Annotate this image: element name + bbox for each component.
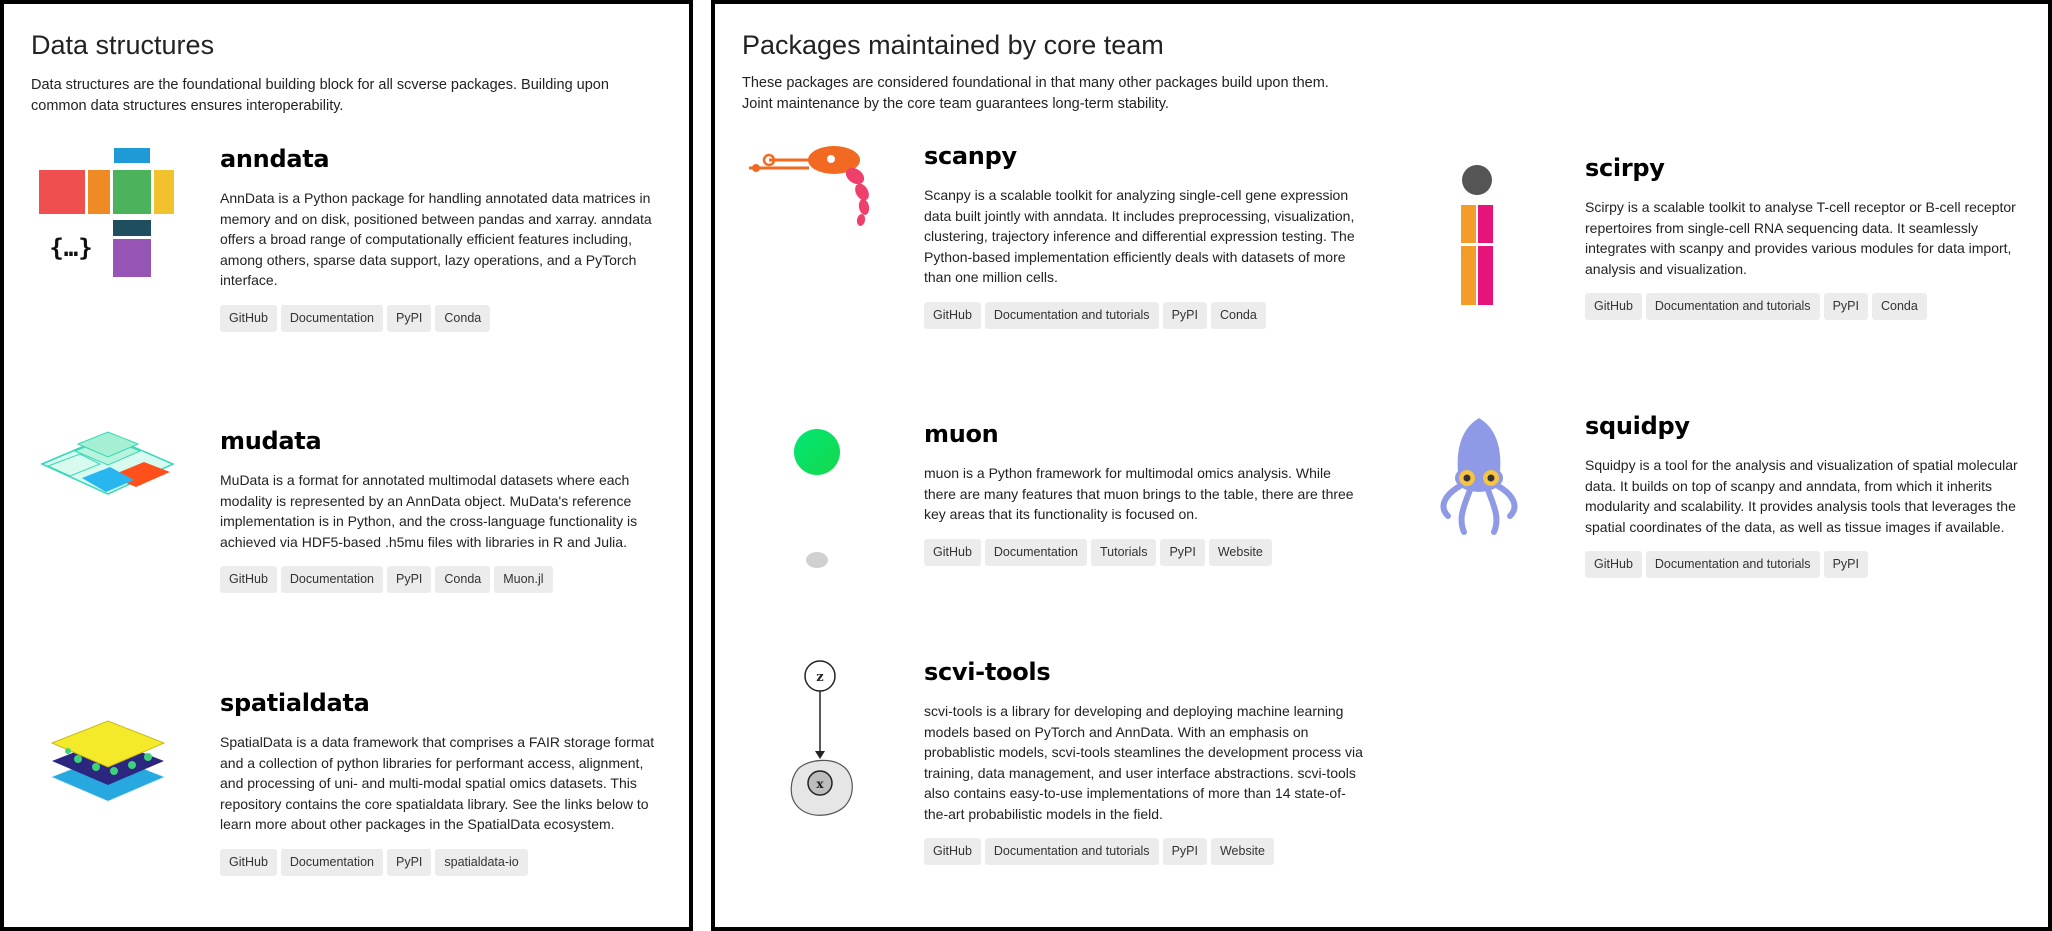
- anndata-logo: {…}: [37, 144, 177, 284]
- pypi-link[interactable]: PyPI: [1162, 838, 1207, 865]
- package-card-anndata: anndata AnnData is a Python package for …: [220, 145, 670, 332]
- conda-link[interactable]: Conda: [435, 304, 491, 332]
- section-title: Packages maintained by core team: [742, 30, 1164, 60]
- scvi-observed-label: x: [816, 777, 824, 791]
- scvi-latent-label: z: [816, 670, 823, 685]
- muon-logo: [791, 424, 843, 574]
- scirpy-logo: [1455, 163, 1499, 309]
- github-link[interactable]: GitHub: [220, 566, 277, 593]
- section-intro: Data structures are the foundational bui…: [31, 77, 609, 114]
- package-description: muon is a Python framework for multimoda…: [924, 465, 1354, 522]
- pypi-link[interactable]: PyPI: [386, 848, 432, 876]
- package-name: scirpy: [1585, 154, 1665, 182]
- documentation-link[interactable]: Documentation and tutorials: [1645, 551, 1820, 578]
- package-card-scanpy: scanpy Scanpy is a scalable toolkit for …: [924, 142, 1364, 329]
- documentation-link[interactable]: Documentation and tutorials: [1645, 293, 1820, 320]
- package-links: GitHub Documentation and tutorials PyPI …: [924, 301, 1364, 329]
- github-link[interactable]: GitHub: [1585, 551, 1642, 578]
- core-team-packages-panel: Packages maintained by core team These p…: [711, 0, 2052, 931]
- conda-link[interactable]: Conda: [1210, 301, 1266, 329]
- package-name: spatialdata: [220, 689, 370, 717]
- package-card-scvi-tools: scvi-tools scvi-tools is a library for d…: [924, 658, 1364, 865]
- package-links: GitHub Documentation and tutorials PyPI …: [1585, 293, 2025, 320]
- documentation-link[interactable]: Documentation: [280, 304, 383, 332]
- documentation-link[interactable]: Documentation: [984, 538, 1087, 566]
- muon-jl-link[interactable]: Muon.jl: [494, 566, 553, 593]
- scanpy-logo: [749, 142, 879, 226]
- package-card-spatialdata: spatialdata SpatialData is a data framew…: [220, 689, 670, 876]
- package-name: anndata: [220, 145, 330, 173]
- package-card-scirpy: scirpy Scirpy is a scalable toolkit to a…: [1585, 154, 2025, 320]
- package-description: MuData is a format for annotated multimo…: [220, 472, 638, 550]
- github-link[interactable]: GitHub: [924, 301, 981, 329]
- package-name: squidpy: [1585, 412, 1690, 440]
- documentation-link[interactable]: Documentation and tutorials: [984, 838, 1159, 865]
- package-links: GitHub Documentation PyPI spatialdata-io: [220, 848, 670, 876]
- website-link[interactable]: Website: [1208, 538, 1272, 566]
- package-description: SpatialData is a data framework that com…: [220, 734, 655, 832]
- spatialdata-logo: [48, 709, 168, 809]
- package-name: scanpy: [924, 142, 1017, 170]
- package-links: GitHub Documentation and tutorials PyPI: [1585, 551, 2025, 578]
- pypi-link[interactable]: PyPI: [1162, 301, 1207, 329]
- package-name: scvi-tools: [924, 658, 1051, 686]
- squidpy-logo: [1434, 414, 1524, 539]
- github-link[interactable]: GitHub: [924, 838, 981, 865]
- documentation-link[interactable]: Documentation and tutorials: [984, 301, 1159, 329]
- documentation-link[interactable]: Documentation: [280, 566, 383, 593]
- package-description: Scanpy is a scalable toolkit for analyzi…: [924, 187, 1355, 285]
- anndata-braces-text: {…}: [49, 234, 92, 262]
- package-card-squidpy: squidpy Squidpy is a tool for the analys…: [1585, 412, 2025, 578]
- package-description: Scirpy is a scalable toolkit to analyse …: [1585, 199, 2016, 277]
- data-structures-panel: Data structures Data structures are the …: [0, 0, 693, 931]
- package-description: scvi-tools is a library for developing a…: [924, 703, 1363, 822]
- pypi-link[interactable]: PyPI: [1160, 538, 1205, 566]
- package-name: muon: [924, 420, 999, 448]
- tutorials-link[interactable]: Tutorials: [1090, 538, 1157, 566]
- mudata-logo: [40, 424, 175, 509]
- package-links: GitHub Documentation Tutorials PyPI Webs…: [924, 538, 1364, 566]
- conda-link[interactable]: Conda: [435, 566, 491, 593]
- github-link[interactable]: GitHub: [1585, 293, 1642, 320]
- pypi-link[interactable]: PyPI: [1823, 293, 1868, 320]
- package-name: mudata: [220, 427, 322, 455]
- pypi-link[interactable]: PyPI: [386, 566, 432, 593]
- documentation-link[interactable]: Documentation: [280, 848, 383, 876]
- scvi-tools-logo: z x: [784, 659, 856, 819]
- github-link[interactable]: GitHub: [924, 538, 981, 566]
- github-link[interactable]: GitHub: [220, 304, 277, 332]
- pypi-link[interactable]: PyPI: [386, 304, 432, 332]
- github-link[interactable]: GitHub: [220, 848, 277, 876]
- spatialdata-io-link[interactable]: spatialdata-io: [435, 848, 528, 876]
- pypi-link[interactable]: PyPI: [1823, 551, 1868, 578]
- package-links: GitHub Documentation and tutorials PyPI …: [924, 838, 1364, 865]
- package-card-mudata: mudata MuData is a format for annotated …: [220, 427, 670, 593]
- package-card-muon: muon muon is a Python framework for mult…: [924, 420, 1364, 566]
- section-title: Data structures: [31, 30, 215, 60]
- conda-link[interactable]: Conda: [1871, 293, 1927, 320]
- package-links: GitHub Documentation PyPI Conda: [220, 304, 670, 332]
- package-links: GitHub Documentation PyPI Conda Muon.jl: [220, 566, 670, 593]
- website-link[interactable]: Website: [1210, 838, 1274, 865]
- package-description: Squidpy is a tool for the analysis and v…: [1585, 457, 2018, 535]
- package-description: AnnData is a Python package for handling…: [220, 190, 652, 288]
- section-intro: These packages are considered foundation…: [742, 75, 1329, 112]
